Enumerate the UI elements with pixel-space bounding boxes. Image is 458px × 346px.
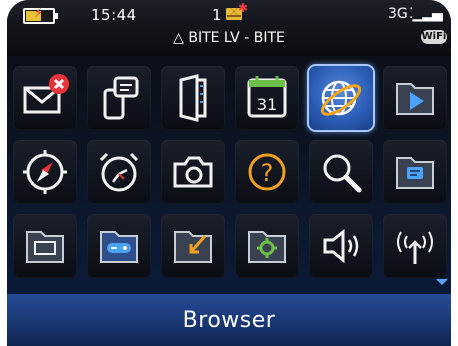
maps-compass-icon[interactable] xyxy=(13,140,77,204)
sounds-icon[interactable] xyxy=(309,214,373,278)
unread-count: 1 xyxy=(212,6,222,24)
clock-time: 15:44 xyxy=(91,6,137,24)
wifi-badge: WiFi xyxy=(421,30,447,44)
clock-alarm-icon[interactable] xyxy=(87,140,151,204)
svg-text:?: ? xyxy=(261,159,274,187)
instant-messaging-folder-icon[interactable] xyxy=(383,140,447,204)
blackberry-screen: ⚡ 15:44 1 ✱ △ BITE LV - BITE 3G ⁚▁▂▄ WiF… xyxy=(7,0,451,346)
help-icon[interactable]: ? xyxy=(235,140,299,204)
calendar-icon[interactable]: 31 xyxy=(235,66,299,130)
camera-icon[interactable] xyxy=(161,140,225,204)
settings-folder-icon[interactable] xyxy=(235,214,299,278)
selected-app-label: Browser xyxy=(182,308,276,333)
signal-strength-icon: ⁚▁▂▄ xyxy=(409,6,443,22)
search-icon[interactable] xyxy=(309,140,373,204)
games-folder-icon[interactable] xyxy=(87,214,151,278)
manage-connections-icon[interactable] xyxy=(383,214,447,278)
selected-app-label-bar: Browser xyxy=(7,294,451,346)
svg-text:31: 31 xyxy=(257,95,277,114)
network-type: 3G xyxy=(388,6,408,22)
media-folder-icon[interactable] xyxy=(383,66,447,130)
status-bar: ⚡ 15:44 1 ✱ △ BITE LV - BITE 3G ⁚▁▂▄ WiF… xyxy=(7,0,451,56)
contacts-icon[interactable] xyxy=(161,66,225,130)
browser-globe-icon[interactable] xyxy=(309,66,373,130)
applications-folder-icon[interactable] xyxy=(13,214,77,278)
downloads-folder-icon[interactable] xyxy=(161,214,225,278)
messenger-icon[interactable] xyxy=(87,66,151,130)
messages-icon[interactable] xyxy=(13,66,77,130)
carrier-name: △ BITE LV - BITE xyxy=(173,30,285,46)
new-mail-icon: ✱ xyxy=(226,1,248,20)
battery-charging-icon: ⚡ xyxy=(23,7,58,24)
scroll-down-indicator-icon xyxy=(436,279,448,285)
